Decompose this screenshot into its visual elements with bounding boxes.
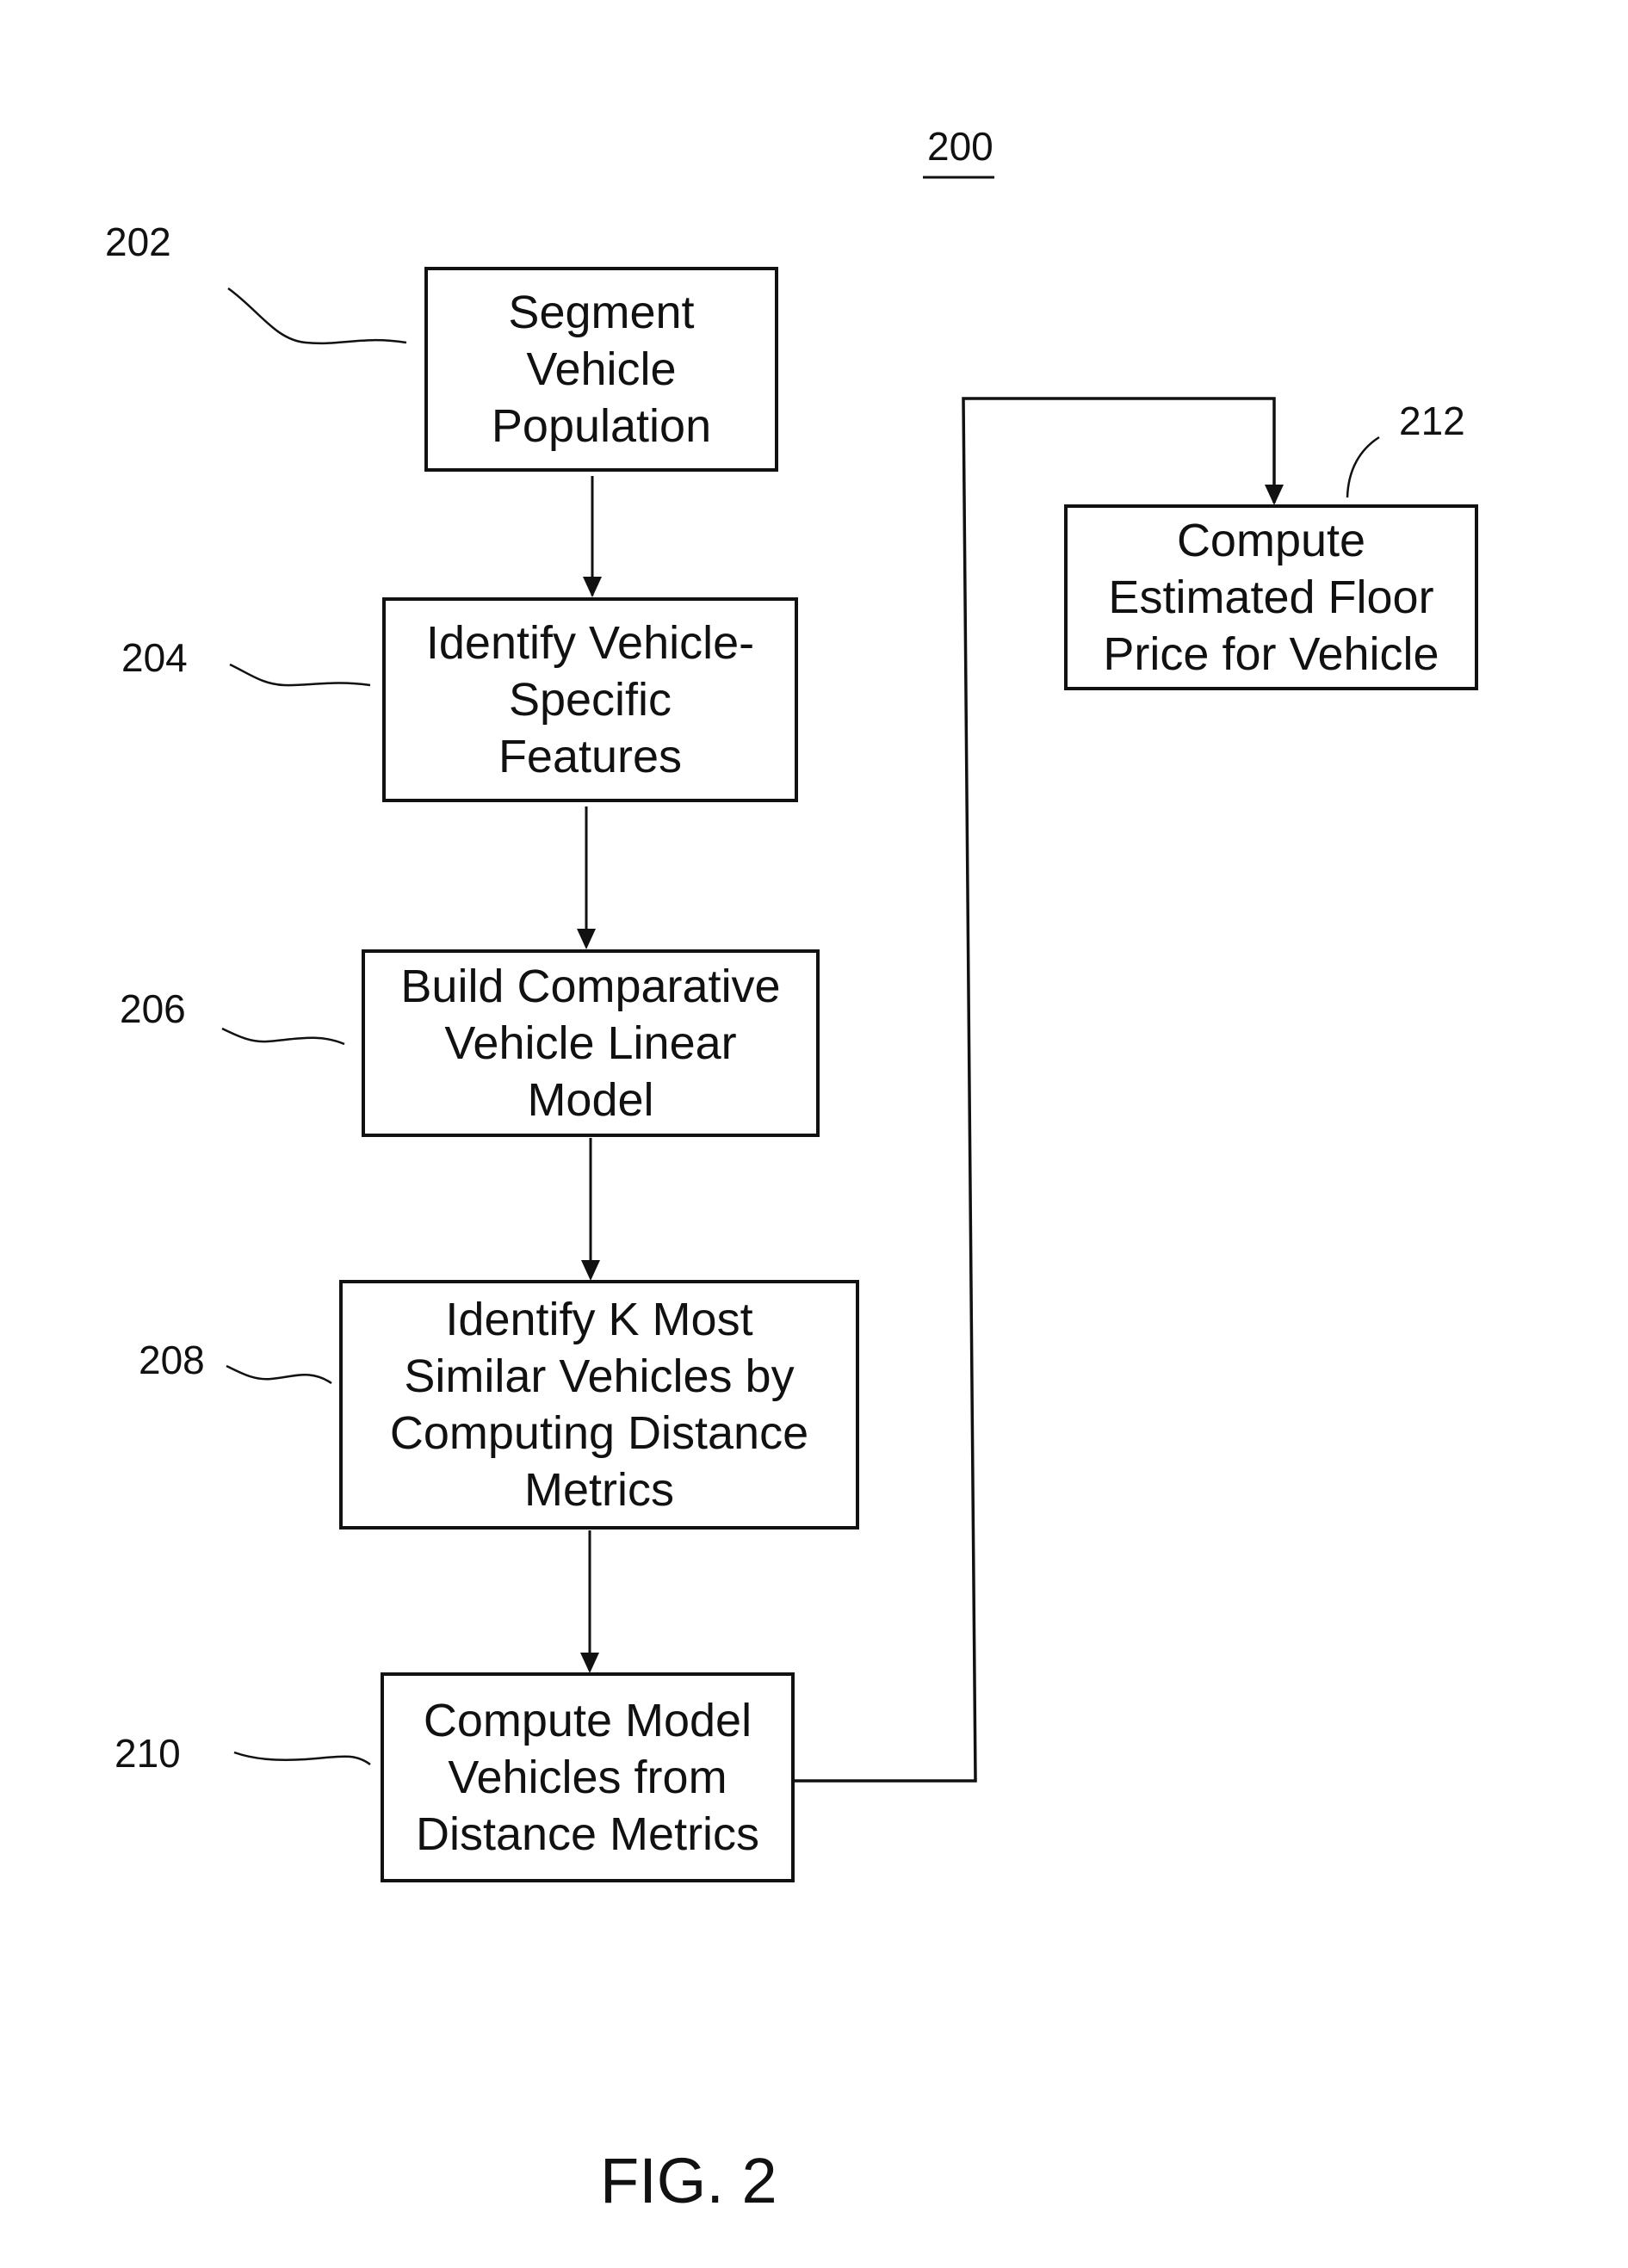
step-reference-212: 212 (1399, 399, 1465, 443)
step-box-compute-model-vehicles: Compute Model Vehicles from Distance Met… (381, 1672, 795, 1882)
step-text-line: Vehicle (526, 343, 677, 395)
step-text-line: Segment (508, 287, 695, 338)
step-reference-202: 202 (105, 219, 171, 264)
step-reference-206: 206 (120, 986, 186, 1031)
arrowhead-206-to-208 (581, 1260, 600, 1281)
leader-202 (227, 287, 407, 345)
leader-204 (229, 663, 371, 687)
step-text-line: Estimated Floor (1108, 572, 1434, 623)
step-box-segment-vehicle-population: Segment Vehicle Population (424, 267, 778, 472)
step-reference-210: 210 (115, 1731, 181, 1776)
step-text-line: Vehicle Linear (444, 1017, 737, 1069)
step-text-line: Computing Distance (389, 1407, 809, 1459)
arrowhead-202-to-204 (583, 577, 602, 597)
step-box-build-comparative-vehicle-linear-model: Build Comparative Vehicle Linear Model (362, 949, 820, 1137)
leader-210 (233, 1751, 371, 1766)
step-reference-208: 208 (139, 1338, 205, 1382)
leader-206 (221, 1027, 345, 1046)
step-box-compute-estimated-floor-price: Compute Estimated Floor Price for Vehicl… (1064, 504, 1478, 690)
step-text-line: Features (498, 731, 683, 782)
step-text-line: Metrics (524, 1464, 674, 1516)
step-box-identify-vehicle-specific-features: Identify Vehicle- Specific Features (382, 597, 798, 802)
step-text-line: Similar Vehicles by (404, 1350, 795, 1402)
figure-caption: FIG. 2 (600, 2145, 777, 2216)
step-text-line: Compute (1176, 515, 1366, 566)
step-text-line: Model (527, 1074, 654, 1126)
step-text-line: Distance Metrics (415, 1808, 760, 1860)
step-text-line: Vehicles from (448, 1752, 727, 1803)
step-box-identify-k-most-similar-vehicles: Identify K Most Similar Vehicles by Comp… (339, 1280, 859, 1530)
step-text-line: Specific (508, 674, 672, 726)
step-text-line: Compute Model (423, 1695, 752, 1746)
leader-212 (1346, 436, 1380, 498)
arrowhead-208-to-210 (580, 1653, 599, 1673)
leader-208 (226, 1364, 332, 1385)
arrowhead-210-to-212 (1265, 485, 1284, 505)
step-text-line: Identify Vehicle- (425, 617, 755, 669)
step-text-line: Build Comparative (400, 961, 781, 1012)
step-text-line: Identify K Most (445, 1294, 753, 1345)
step-reference-204: 204 (121, 635, 188, 680)
step-text-line: Population (491, 400, 712, 452)
step-text-line: Price for Vehicle (1103, 628, 1439, 680)
figure-reference-200: 200 (927, 124, 994, 169)
arrowhead-204-to-206 (577, 929, 596, 949)
